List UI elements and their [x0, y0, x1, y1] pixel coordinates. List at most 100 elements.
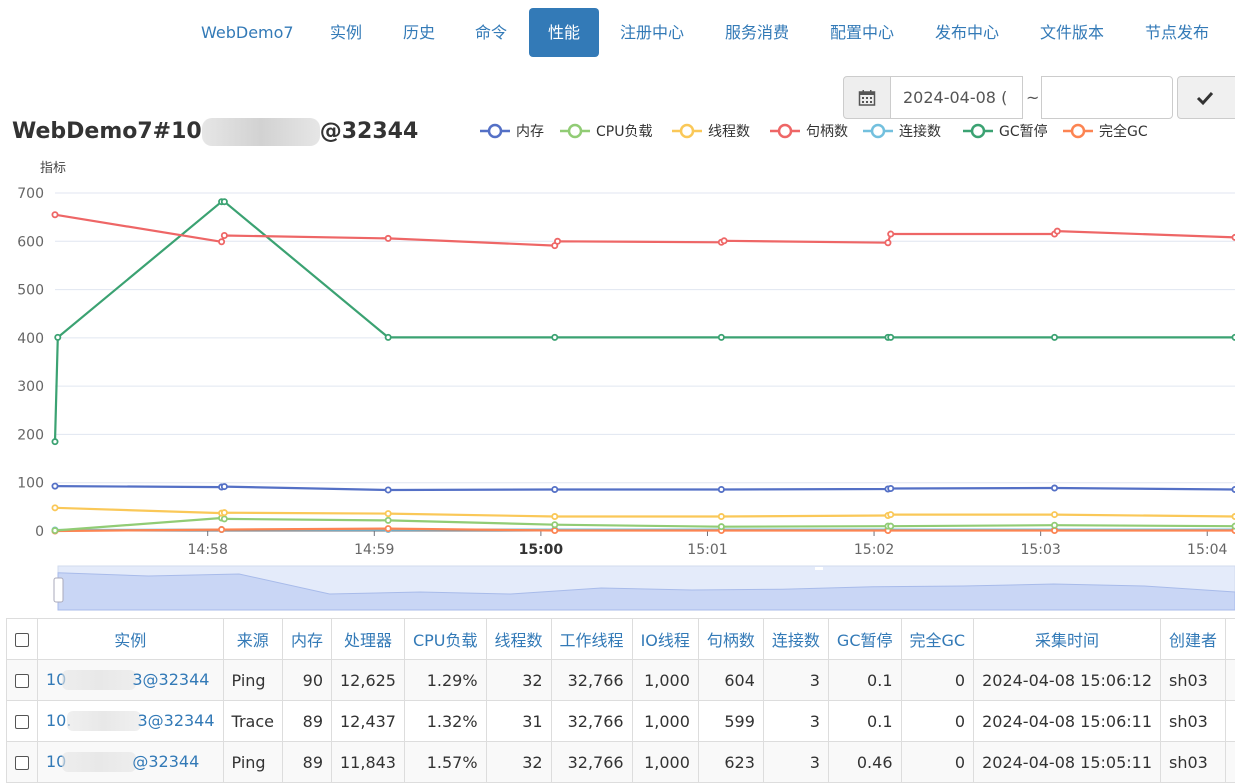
series-point	[888, 524, 893, 529]
row-checkbox[interactable]	[15, 756, 29, 770]
series-point	[386, 518, 391, 523]
redacted-block	[67, 711, 141, 731]
legend-label: 线程数	[708, 124, 750, 140]
row-io-threads: 1,000	[632, 701, 698, 742]
row-checkbox[interactable]	[15, 674, 29, 688]
x-tick-label: 15:02	[854, 542, 894, 558]
legend-label: CPU负载	[596, 124, 652, 140]
query-button[interactable]	[1177, 76, 1235, 119]
nav-instances[interactable]: 实例	[312, 8, 380, 57]
series-point	[552, 522, 557, 527]
header-instance[interactable]: 实例	[38, 619, 224, 660]
series-point	[552, 528, 557, 533]
series-point	[888, 335, 893, 340]
table-row[interactable]: 10@32344Ping8911,8431.57%3232,7661,00062…	[7, 742, 1235, 783]
row-source: Ping	[223, 742, 282, 783]
row-gc-pause: 0.1	[828, 660, 901, 701]
series-point	[888, 231, 893, 236]
nav-publish[interactable]: 发布中心	[917, 8, 1017, 57]
nav-registry[interactable]: 注册中心	[602, 8, 702, 57]
row-io-threads: 1,000	[632, 660, 698, 701]
header-creator[interactable]: 创建者	[1161, 619, 1226, 660]
header-gc-pause[interactable]: GC暂停	[828, 619, 901, 660]
nav-config[interactable]: 配置中心	[812, 8, 912, 57]
header-cpu-load[interactable]: CPU负载	[404, 619, 486, 660]
legend-marker	[779, 125, 791, 137]
series-point	[552, 514, 557, 519]
nav-node-publish[interactable]: 节点发布	[1127, 8, 1227, 57]
row-handles: 599	[698, 701, 763, 742]
row-gc-pause: 0.1	[828, 701, 901, 742]
nav-webdemo7[interactable]: WebDemo7	[183, 8, 312, 57]
row-full-gc: 0	[901, 701, 974, 742]
nav-performance[interactable]: 性能	[529, 8, 599, 57]
row-threads: 31	[486, 701, 551, 742]
y-tick-label: 500	[17, 283, 44, 299]
header-work-threads[interactable]: 工作线程	[551, 619, 632, 660]
header-handles[interactable]: 句柄数	[698, 619, 763, 660]
series-point	[219, 527, 224, 532]
series-point	[52, 212, 57, 217]
row-overflow	[1226, 701, 1235, 742]
header-connections[interactable]: 连接数	[763, 619, 828, 660]
start-date-input[interactable]: 2024-04-08 (	[890, 76, 1023, 119]
row-select-cell	[7, 660, 38, 701]
row-cpu: 12,437	[332, 701, 405, 742]
legend-label: 连接数	[899, 123, 941, 140]
header-cpu[interactable]: 处理器	[332, 619, 405, 660]
row-memory: 89	[282, 701, 331, 742]
series-point	[386, 335, 391, 340]
row-instance-link[interactable]: 10@32344	[38, 742, 224, 783]
header-source[interactable]: 来源	[223, 619, 282, 660]
select-all-checkbox[interactable]	[15, 633, 29, 647]
row-collect-time: 2024-04-08 15:06:12	[974, 660, 1161, 701]
series-point	[386, 487, 391, 492]
date-separator: ~	[1026, 88, 1039, 107]
calendar-button[interactable]	[843, 76, 891, 119]
row-creator: sh03	[1161, 742, 1226, 783]
series-point	[1052, 512, 1057, 517]
row-work-threads: 32,766	[551, 701, 632, 742]
row-instance-link[interactable]: 103@32344	[38, 660, 224, 701]
series-point	[1052, 485, 1057, 490]
header-io-threads[interactable]: IO线程	[632, 619, 698, 660]
y-tick-label: 300	[17, 379, 44, 395]
nav-consumers[interactable]: 服务消费	[707, 8, 807, 57]
legend-label: 完全GC	[1099, 123, 1148, 140]
series-point	[885, 240, 890, 245]
legend-label: 句柄数	[806, 124, 848, 140]
header-memory[interactable]: 内存	[282, 619, 331, 660]
row-instance-link[interactable]: 10.3@32344	[38, 701, 224, 742]
series-point	[1052, 523, 1057, 528]
header-collect-time[interactable]: 采集时间	[974, 619, 1161, 660]
x-tick-label: 14:58	[188, 542, 228, 558]
nav-commands[interactable]: 命令	[457, 8, 525, 57]
datazoom-move-handle	[815, 567, 823, 570]
y-axis-label: 指标	[40, 161, 66, 176]
series-point	[552, 487, 557, 492]
series-point	[222, 510, 227, 515]
row-overflow	[1226, 660, 1235, 701]
datazoom-handle-left[interactable]	[54, 578, 63, 602]
series-point	[55, 335, 60, 340]
row-threads: 32	[486, 660, 551, 701]
x-tick-label: 15:04	[1187, 542, 1227, 558]
series-line-2	[55, 508, 1235, 517]
row-threads: 32	[486, 742, 551, 783]
row-handles: 604	[698, 660, 763, 701]
row-creator: sh03	[1161, 701, 1226, 742]
row-checkbox[interactable]	[15, 715, 29, 729]
end-date-input[interactable]	[1041, 76, 1173, 119]
legend-label: 内存	[516, 124, 544, 140]
performance-line-chart: 指标010020030040050060070014:5814:5915:001…	[0, 115, 1235, 615]
nav-file-versions[interactable]: 文件版本	[1022, 8, 1122, 57]
series-point	[222, 199, 227, 204]
header-full-gc[interactable]: 完全GC	[901, 619, 974, 660]
table-row[interactable]: 103@32344Ping9012,6251.29%3232,7661,0006…	[7, 660, 1235, 701]
series-line-5	[55, 202, 1235, 442]
table-row[interactable]: 10.3@32344Trace8912,4371.32%3132,7661,00…	[7, 701, 1235, 742]
row-instance-suffix: @32344	[132, 752, 199, 771]
nav-history[interactable]: 历史	[385, 8, 453, 57]
header-threads[interactable]: 线程数	[486, 619, 551, 660]
row-cpu-load: 1.29%	[404, 660, 486, 701]
